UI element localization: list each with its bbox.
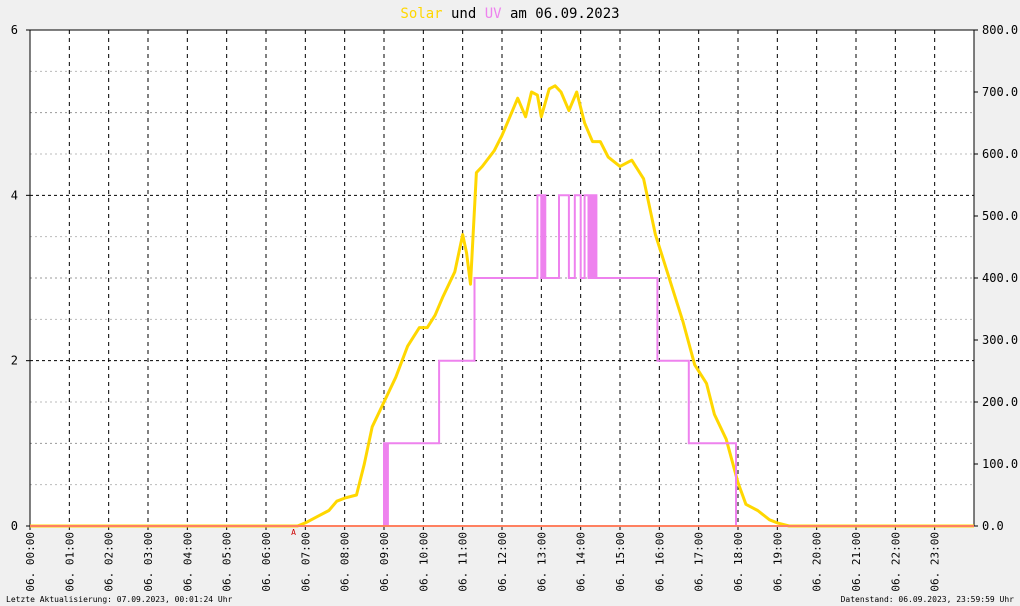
- x-tick-label: 06. 06:00: [260, 532, 273, 592]
- right-tick-label: 400.0: [982, 271, 1018, 285]
- x-tick-label: 06. 01:00: [63, 532, 76, 592]
- x-tick-label: 06. 19:00: [771, 532, 784, 592]
- right-tick-label: 100.0: [982, 457, 1018, 471]
- footer-last-update: Letzte Aktualisierung: 07.09.2023, 00:01…: [6, 595, 233, 604]
- x-tick-label: 06. 22:00: [889, 532, 902, 592]
- x-tick-label: 06. 23:00: [929, 532, 942, 592]
- x-tick-label: 06. 05:00: [221, 532, 234, 592]
- start-marker-label: A: [291, 528, 296, 537]
- x-tick-label: 06. 17:00: [693, 532, 706, 592]
- chart-title-part: und: [443, 6, 485, 22]
- x-tick-label: 06. 15:00: [614, 532, 627, 592]
- x-tick-label: 06. 16:00: [653, 532, 666, 592]
- right-tick-label: 500.0: [982, 209, 1018, 223]
- chart-title-part: Solar: [400, 6, 442, 22]
- right-tick-label: 0.0: [982, 519, 1004, 533]
- x-tick-label: 06. 04:00: [181, 532, 194, 592]
- x-tick-label: 06. 08:00: [339, 532, 352, 592]
- right-tick-label: 600.0: [982, 147, 1018, 161]
- x-tick-label: 06. 07:00: [299, 532, 312, 592]
- x-tick-label: 06. 09:00: [378, 532, 391, 592]
- chart-title-part: UV: [485, 6, 502, 22]
- x-tick-label: 06. 11:00: [457, 532, 470, 592]
- x-tick-label: 06. 14:00: [575, 532, 588, 592]
- x-tick-label: 06. 20:00: [811, 532, 824, 592]
- solar-uv-chart: 0 2 4 6 0.0 100.0 200.0 300.0 400.0 500.0 600.0 700…: [11, 6, 1018, 592]
- x-tick-label: 06. 21:00: [850, 532, 863, 592]
- chart-title-part: am 06.09.2023: [502, 6, 620, 22]
- chart-title: Solar und UV am 06.09.2023: [400, 6, 619, 22]
- left-tick-label: 6: [11, 23, 18, 37]
- footer-data-status: Datenstand: 06.09.2023, 23:59:59 Uhr: [840, 595, 1014, 604]
- left-tick-label: 4: [11, 188, 18, 202]
- x-tick-label: 06. 12:00: [496, 532, 509, 592]
- x-tick-label: 06. 18:00: [732, 532, 745, 592]
- x-tick-label: 06. 03:00: [142, 532, 155, 592]
- left-tick-label: 2: [11, 354, 18, 368]
- right-tick-label: 700.0: [982, 85, 1018, 99]
- x-tick-label: 06. 00:00: [24, 532, 37, 592]
- x-tick-label: 06. 02:00: [103, 532, 116, 592]
- right-tick-label: 800.0: [982, 23, 1018, 37]
- right-tick-label: 200.0: [982, 395, 1018, 409]
- x-tick-label: 06. 13:00: [535, 532, 548, 592]
- chart-container: 0 2 4 6 0.0 100.0 200.0 300.0 400.0 500.0 600.0 700…: [0, 0, 1020, 606]
- left-tick-label: 0: [11, 519, 18, 533]
- right-tick-label: 300.0: [982, 333, 1018, 347]
- x-tick-label: 06. 10:00: [417, 532, 430, 592]
